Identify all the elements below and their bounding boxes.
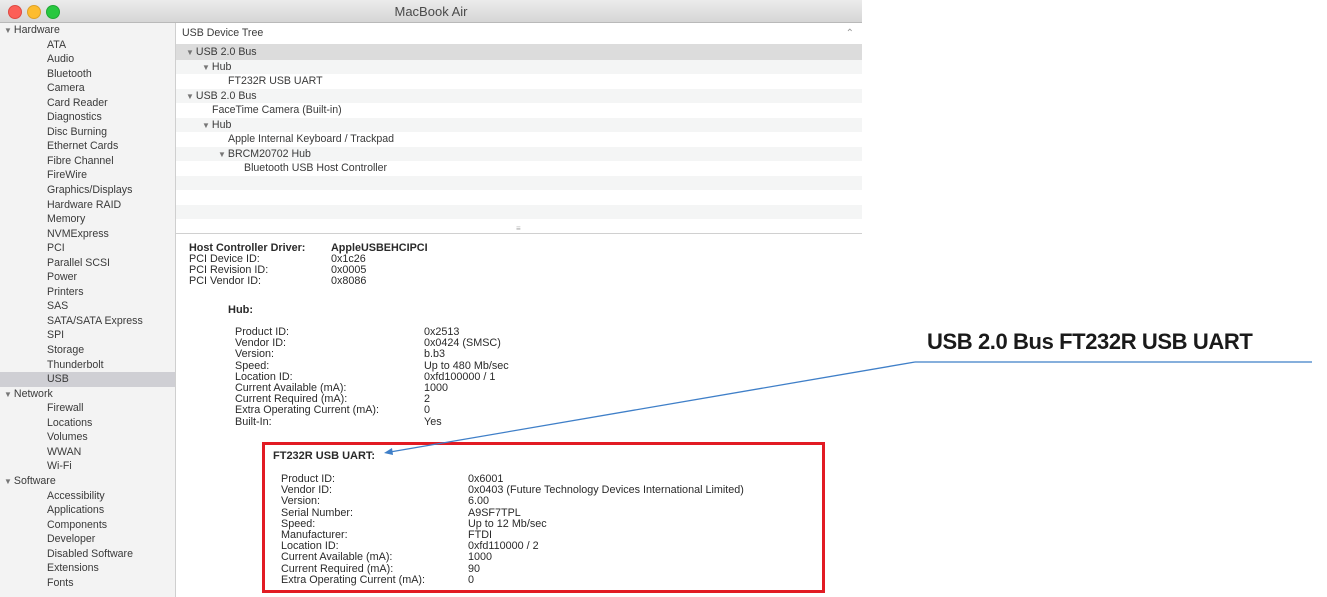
annotation-pointer-line — [384, 361, 1312, 455]
pointer-arrowhead-icon — [384, 448, 393, 455]
pointer-line — [389, 361, 916, 453]
annotation-label: USB 2.0 Bus FT232R USB UART — [927, 329, 1253, 354]
